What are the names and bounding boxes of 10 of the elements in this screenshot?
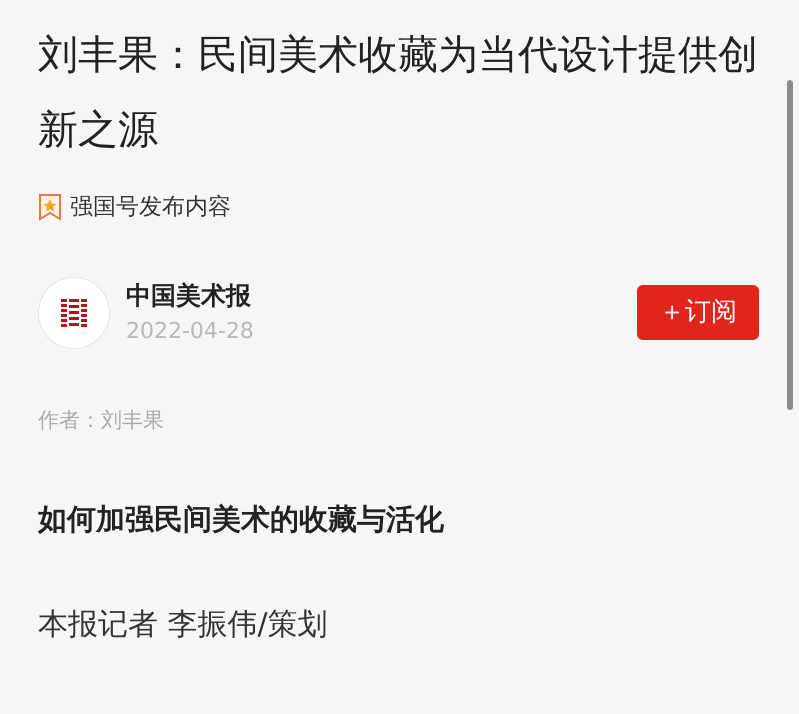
publish-date: 2022-04-28	[126, 318, 255, 346]
scrollbar[interactable]	[787, 80, 793, 410]
subscribe-button[interactable]: ＋订阅	[637, 285, 759, 340]
paragraph: 本报记者 李振伟/策划	[38, 606, 329, 644]
article-title: 刘丰果：民间美术收藏为当代设计提供创新之源	[38, 31, 759, 155]
section-heading: 如何加强民间美术的收藏与活化	[38, 501, 445, 538]
source-label: 强国号发布内容	[70, 193, 231, 222]
bookmark-star-icon	[38, 193, 62, 222]
author-line: 作者：刘丰果	[38, 406, 165, 434]
publisher-name: 中国美术报	[126, 280, 252, 312]
